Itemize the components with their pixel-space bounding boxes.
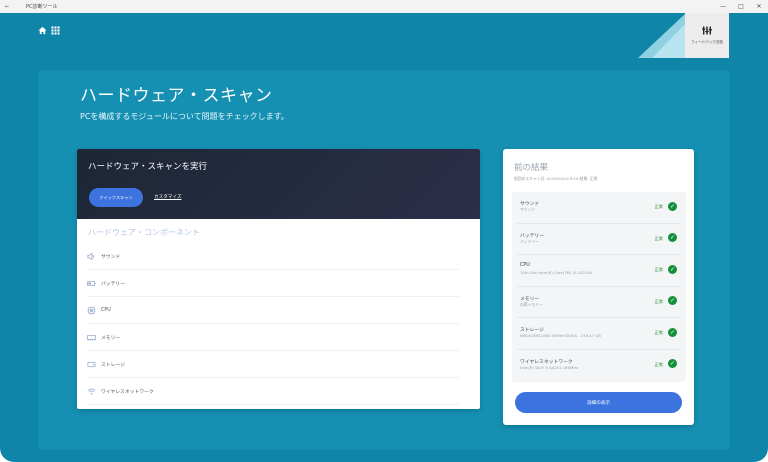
check-icon: ✓ <box>668 296 677 305</box>
results-title: 前の結果 <box>514 163 549 173</box>
results-meta: 前回のスキャン日: 2019/10/14 9:19 結果: 正常 <box>514 176 598 181</box>
component-item-wireless[interactable]: ワイヤレスネットワーク <box>87 378 459 405</box>
component-label: バッテリー <box>101 281 125 287</box>
result-name: バッテリー <box>520 233 544 239</box>
maximize-button[interactable]: □ <box>732 3 750 10</box>
component-label: サウンド <box>101 254 121 260</box>
result-row-battery[interactable]: バッテリー バッテリー 正常 ✓ <box>517 224 681 255</box>
check-icon: ✓ <box>668 201 677 211</box>
result-name: CPU <box>520 263 530 268</box>
speaker-icon <box>87 252 95 260</box>
wifi-icon <box>87 388 96 395</box>
check-icon: ✓ <box>668 233 677 242</box>
result-detail: サウンド <box>520 207 536 212</box>
check-icon: ✓ <box>668 264 677 274</box>
result-row-memory[interactable]: メモリー 内蔵メモリー 正常 ✓ <box>517 287 681 318</box>
result-row-wireless[interactable]: ワイヤレスネットワーク Intel(R) Wi-Fi 6 AX201 160MH… <box>517 350 681 382</box>
cpu-icon <box>87 305 96 315</box>
result-name: ワイヤレスネットワーク <box>520 359 573 365</box>
components-section-label: ハードウェア・コンポーネント <box>88 228 200 237</box>
memory-icon <box>87 334 96 341</box>
window-controls: — □ ✕ <box>714 3 768 10</box>
close-button[interactable]: ✕ <box>750 3 768 10</box>
result-row-sound[interactable]: サウンド サウンド 正常 ✓ <box>517 192 681 224</box>
result-detail: Intel(R) Wi-Fi 6 AX201 160MHz <box>520 364 579 370</box>
component-label: ストレージ <box>101 362 125 368</box>
component-item-sound[interactable]: サウンド <box>87 243 459 270</box>
quick-scan-button[interactable]: クイックスキャン <box>89 188 143 207</box>
window-titlebar: ← PC診断ツール — □ ✕ <box>0 0 768 13</box>
window-title: PC診断ツール <box>26 4 58 10</box>
minimize-button[interactable]: — <box>714 3 732 10</box>
result-status: 正常 <box>654 330 663 335</box>
component-label: CPU <box>101 307 111 313</box>
result-name: サウンド <box>520 202 540 207</box>
component-label: メモリー <box>101 335 121 341</box>
feedback-decoration <box>638 13 686 58</box>
previous-results-card: 前の結果 前回のスキャン日: 2019/10/14 9:19 結果: 正常 サウ… <box>503 149 694 425</box>
result-status: 正常 <box>654 361 663 367</box>
check-icon: ✓ <box>668 359 677 368</box>
page-title: ハードウェア・スキャン <box>80 86 273 106</box>
component-item-cpu[interactable]: CPU <box>87 297 459 324</box>
component-list: サウンド バッテリー CPU メモリー ストレージ ワイヤレスネットワーク <box>87 243 459 405</box>
result-status: 正常 <box>654 298 663 304</box>
result-row-cpu[interactable]: CPU 10th Gen Intel(R) Core(TM) i5-10210U… <box>517 255 681 287</box>
feedback-button[interactable]: フィードバック送信 <box>685 13 729 58</box>
result-row-storage[interactable]: ストレージ KBG40ZNS256G NVMe KIOXIA - 238.47 … <box>517 318 681 350</box>
check-icon: ✓ <box>668 327 677 337</box>
hardware-scan-card: ハードウェア・スキャンを実行 クイックスキャン カスタマイズ ハードウェア・コン… <box>77 149 480 409</box>
top-navigation <box>38 26 60 35</box>
home-icon[interactable] <box>38 26 47 35</box>
page-subtitle: PCを構成するモジュールについて問題をチェックします。 <box>80 112 289 121</box>
result-status: 正常 <box>654 267 663 272</box>
result-name: ストレージ <box>520 328 544 333</box>
result-detail: バッテリー <box>520 238 539 244</box>
component-item-memory[interactable]: メモリー <box>87 324 459 351</box>
results-list: サウンド サウンド 正常 ✓ バッテリー バッテリー 正常 ✓ CPU 10th… <box>512 192 686 382</box>
component-item-storage[interactable]: ストレージ <box>87 351 459 378</box>
battery-icon <box>87 280 96 286</box>
scan-card-title: ハードウェア・スキャンを実行 <box>88 162 208 172</box>
result-detail: 10th Gen Intel(R) Core(TM) i5-10210U <box>520 270 593 275</box>
result-detail: KBG40ZNS256G NVMe KIOXIA - 238.47 GB <box>520 333 601 338</box>
feedback-label: フィードバック送信 <box>690 40 724 44</box>
customize-link[interactable]: カスタマイズ <box>154 194 181 200</box>
component-item-battery[interactable]: バッテリー <box>87 270 459 297</box>
result-name: メモリー <box>520 296 540 302</box>
component-label: ワイヤレスネットワーク <box>101 389 154 395</box>
grid-icon[interactable] <box>51 26 60 35</box>
storage-icon <box>87 361 96 367</box>
scan-card-header: ハードウェア・スキャンを実行 クイックスキャン カスタマイズ <box>77 149 480 219</box>
result-detail: 内蔵メモリー <box>520 301 543 307</box>
back-button[interactable]: ← <box>0 4 14 10</box>
result-status: 正常 <box>654 204 663 209</box>
feedback-icon <box>702 26 712 35</box>
result-status: 正常 <box>654 235 663 241</box>
view-details-button[interactable]: 詳細の表示 <box>515 392 682 413</box>
